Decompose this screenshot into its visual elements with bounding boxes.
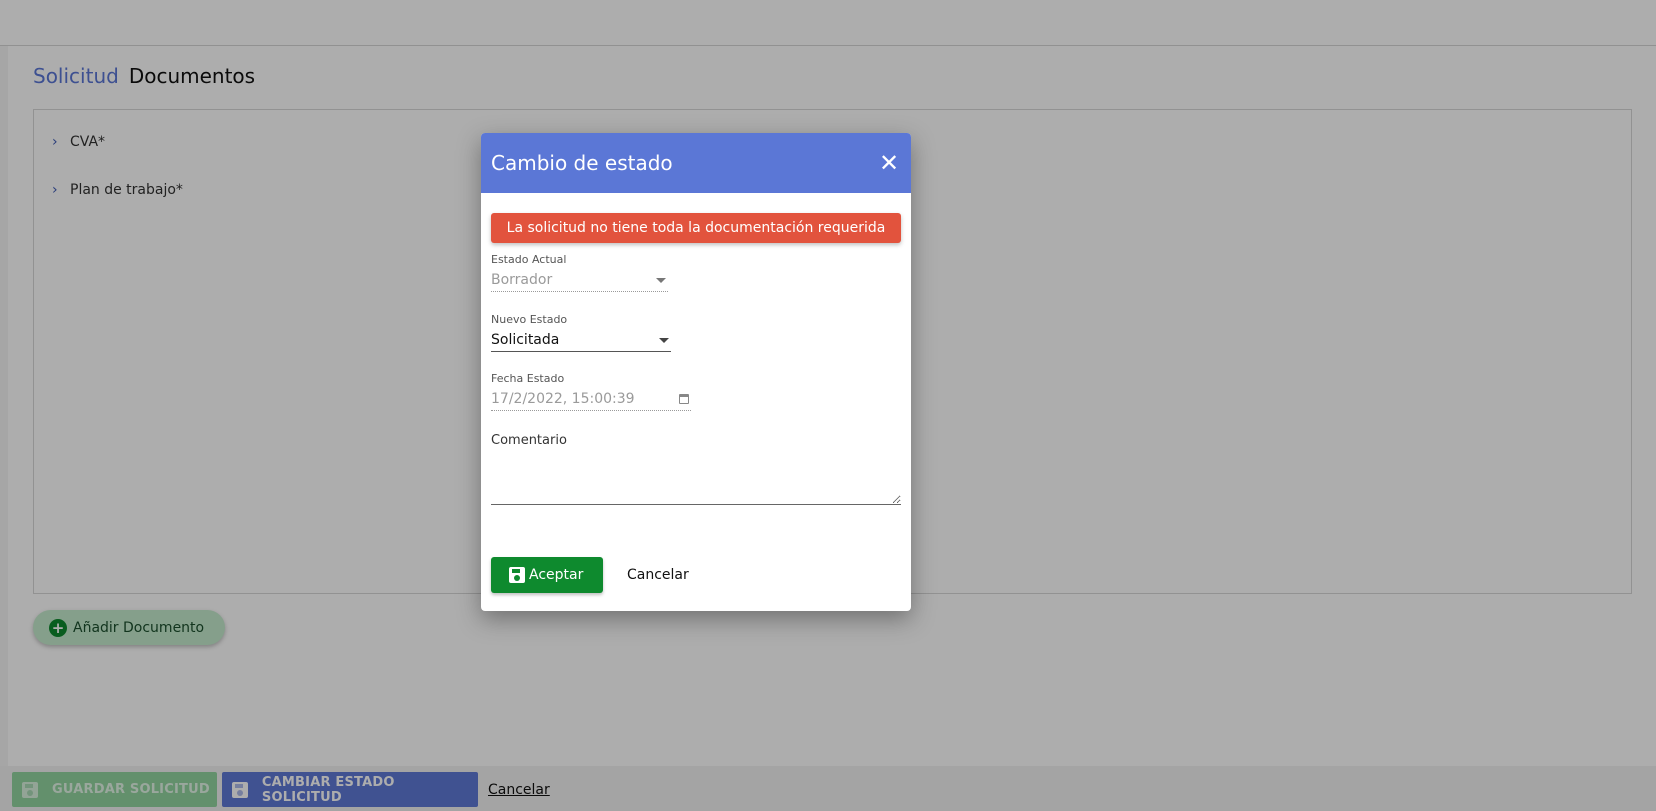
- calendar-icon: [679, 394, 689, 404]
- comment-label: Comentario: [491, 433, 567, 448]
- chevron-down-icon: [656, 277, 666, 283]
- new-state-value: Solicitada: [491, 332, 560, 348]
- change-state-dialog: Cambio de estado ✕ La solicitud no tiene…: [481, 133, 911, 611]
- state-date-label: Fecha Estado: [491, 372, 565, 385]
- current-state-select: Borrador: [491, 272, 668, 292]
- new-state-label: Nuevo Estado: [491, 313, 568, 326]
- comment-textarea[interactable]: [491, 453, 901, 505]
- chevron-down-icon: [659, 337, 669, 343]
- close-icon[interactable]: ✕: [877, 151, 901, 175]
- dialog-header: Cambio de estado ✕: [481, 133, 911, 193]
- accept-label: Aceptar: [529, 567, 584, 583]
- state-date-value: 17/2/2022, 15:00:39: [491, 391, 635, 407]
- missing-documentation-alert: La solicitud no tiene toda la documentac…: [491, 213, 901, 243]
- current-state-value: Borrador: [491, 272, 553, 288]
- save-icon: [509, 567, 525, 583]
- state-date-field: 17/2/2022, 15:00:39: [491, 391, 691, 411]
- new-state-select[interactable]: Solicitada: [491, 332, 671, 352]
- dialog-cancel-button[interactable]: Cancelar: [627, 567, 689, 583]
- current-state-label: Estado Actual: [491, 253, 567, 266]
- accept-button[interactable]: Aceptar: [491, 557, 603, 593]
- dialog-title: Cambio de estado: [491, 151, 673, 175]
